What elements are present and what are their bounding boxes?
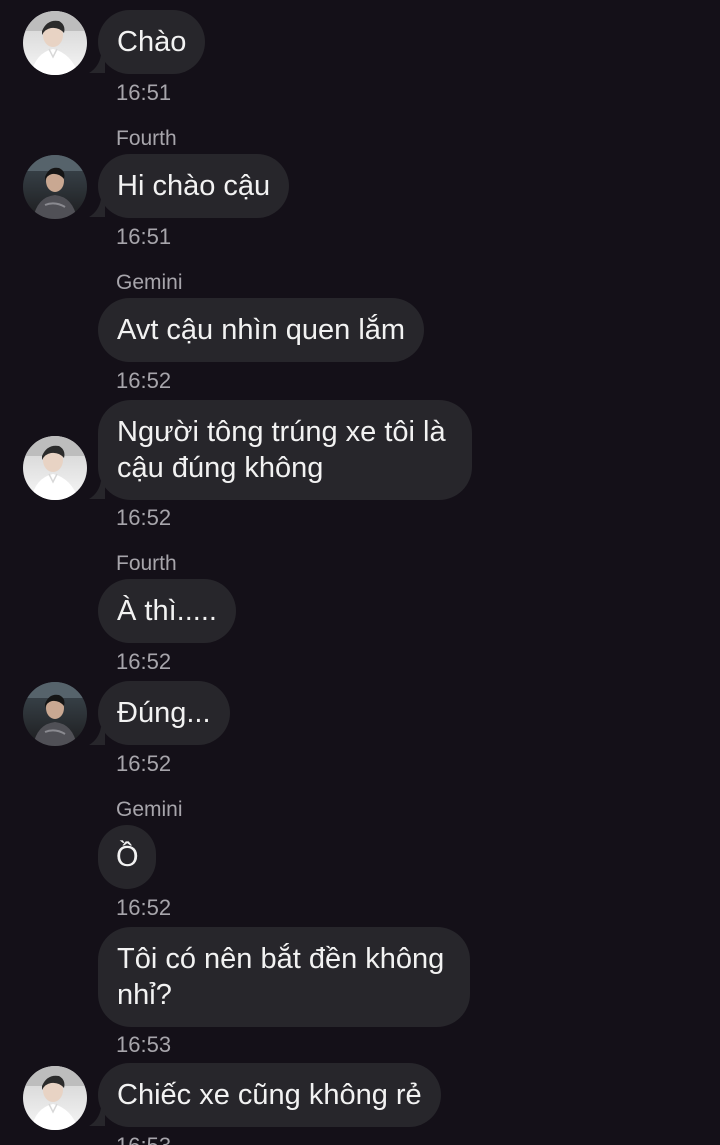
message-bubble[interactable]: Tôi có nên bắt đền không nhỉ? xyxy=(98,927,471,1027)
avatar[interactable] xyxy=(23,11,87,75)
message-bubble[interactable]: Ồ xyxy=(98,825,156,889)
sender-name: Fourth xyxy=(116,127,177,150)
message-bubble[interactable]: Đúng... xyxy=(98,681,230,745)
message-timestamp: 16:51 xyxy=(116,224,172,249)
sender-name: Fourth xyxy=(116,552,177,575)
message-bubble[interactable]: Avt cậu nhìn quen lắm xyxy=(98,298,425,362)
avatar[interactable] xyxy=(23,155,87,219)
sender-name: Gemini xyxy=(116,798,183,821)
message-timestamp: 16:53 xyxy=(116,1133,171,1145)
message-bubble[interactable]: À thì..... xyxy=(98,579,236,643)
avatar[interactable] xyxy=(23,1066,87,1130)
avatar-image xyxy=(23,436,87,500)
message-timestamp: 16:52 xyxy=(116,505,172,530)
avatar-image xyxy=(23,155,87,219)
message-bubble[interactable]: Hi chào cậu xyxy=(98,154,290,218)
message-timestamp: 16:52 xyxy=(116,368,172,393)
message-timestamp: 16:52 xyxy=(116,751,172,776)
message-bubble[interactable]: Chào xyxy=(98,10,206,74)
message-timestamp: 16:52 xyxy=(116,895,172,920)
chat-thread[interactable]: Chào 16:51 Fourth Hi chào cậu 16:51 Gemi… xyxy=(0,0,720,1145)
sender-name: Gemini xyxy=(116,271,183,294)
message-bubble[interactable]: Chiếc xe cũng không rẻ xyxy=(98,1063,441,1127)
message-timestamp: 16:52 xyxy=(116,649,172,674)
avatar[interactable] xyxy=(23,682,87,746)
avatar-image xyxy=(23,1066,87,1130)
message-timestamp: 16:53 xyxy=(116,1032,172,1057)
avatar[interactable] xyxy=(23,436,87,500)
message-bubble[interactable]: Người tông trúng xe tôi là cậu đúng khôn… xyxy=(98,400,472,500)
message-timestamp: 16:51 xyxy=(116,80,172,105)
avatar-image xyxy=(23,682,87,746)
avatar-image xyxy=(23,11,87,75)
